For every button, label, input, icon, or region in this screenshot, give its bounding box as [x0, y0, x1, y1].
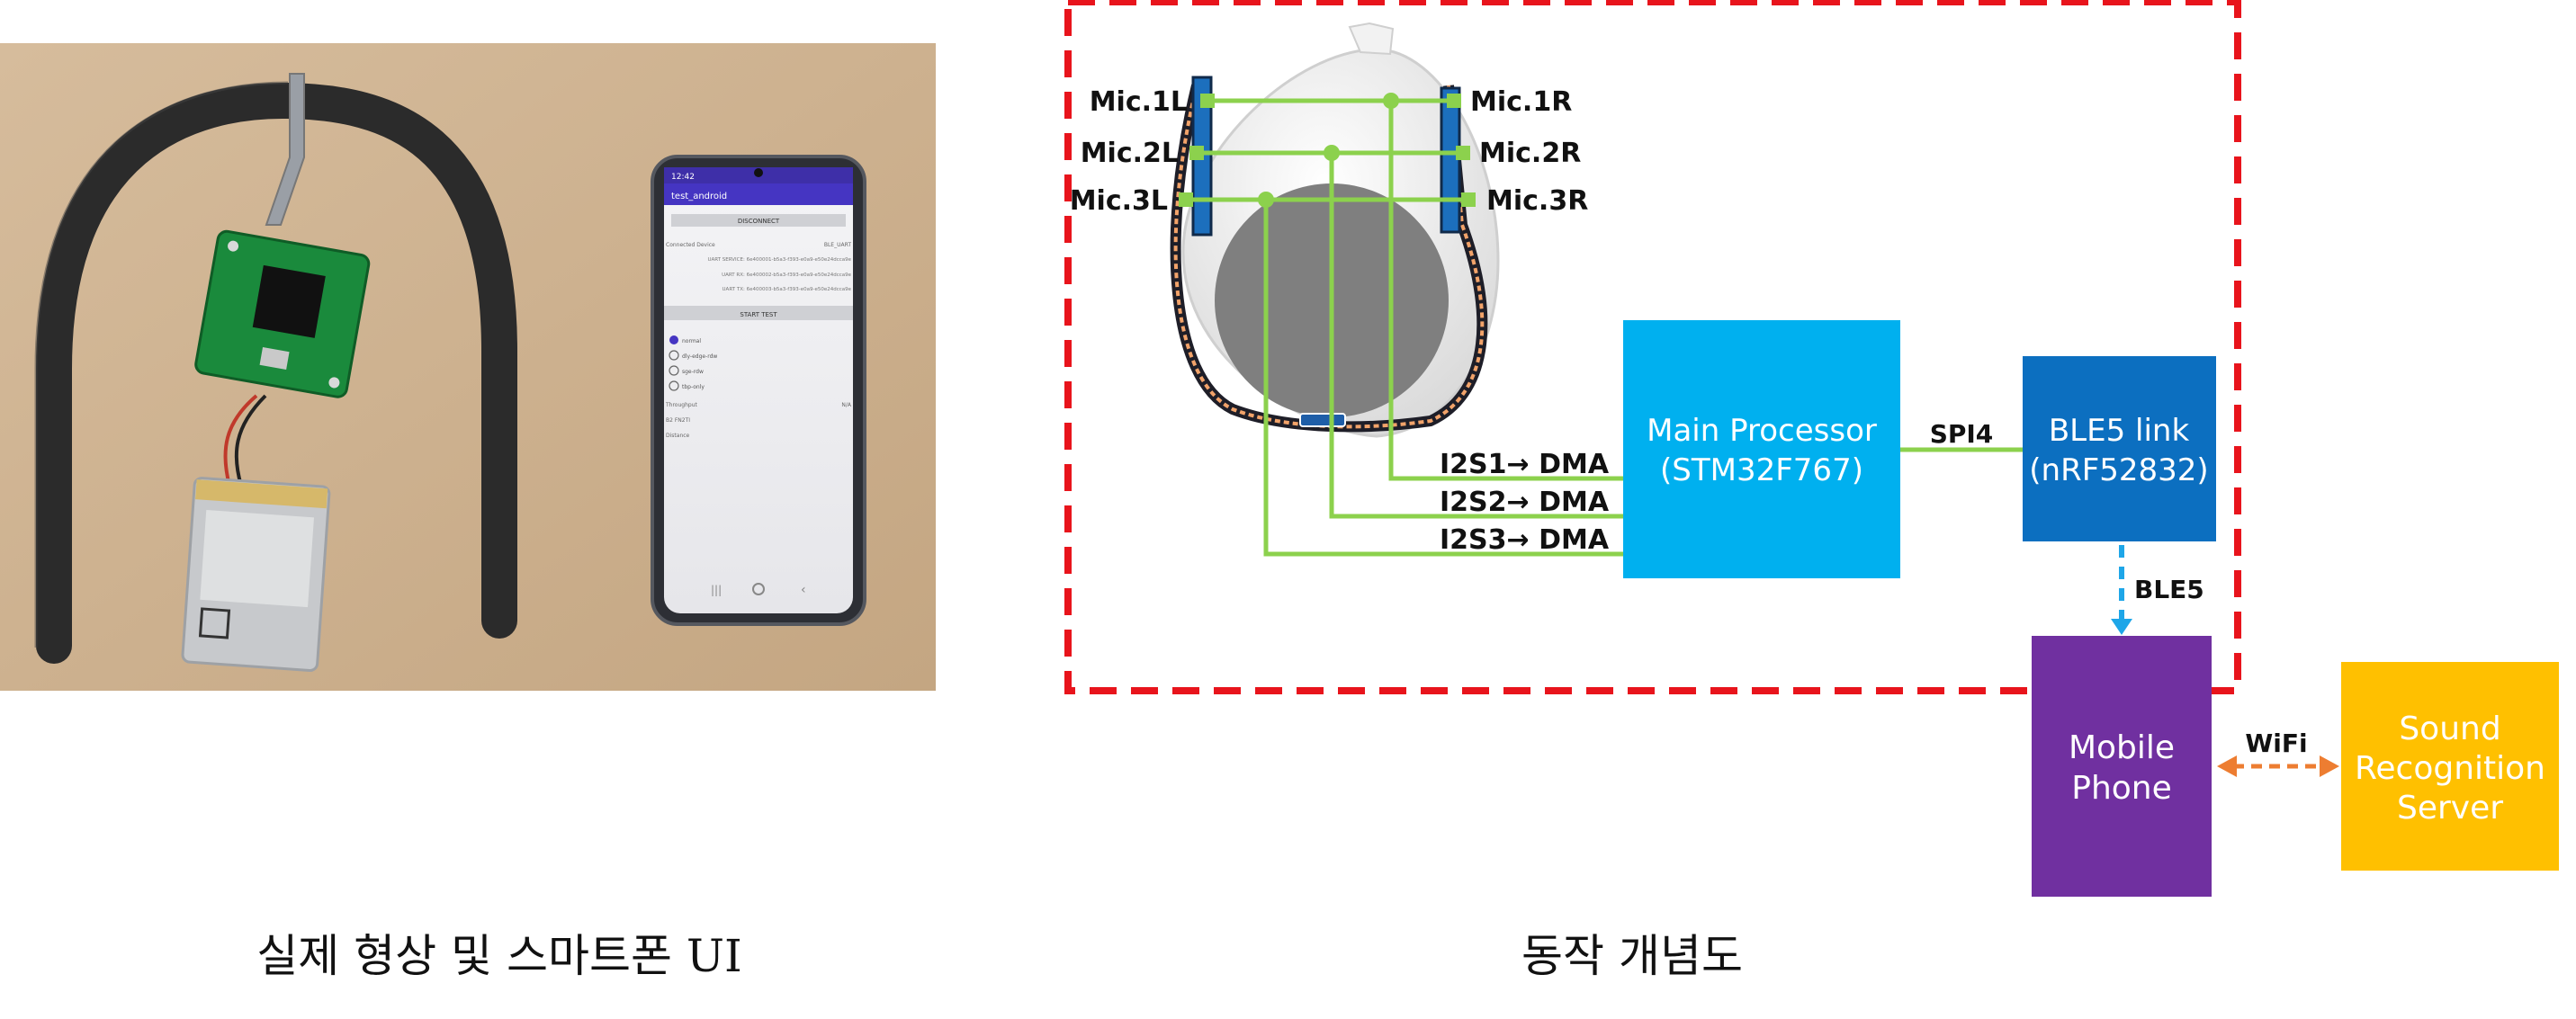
battery	[181, 477, 331, 672]
pcb-board	[194, 229, 371, 398]
caption-left: 실제 형상 및 스마트폰 UI	[256, 930, 741, 982]
mic-label-2l: Mic.2L	[1081, 138, 1179, 169]
mic-label-3r: Mic.3R	[1486, 185, 1588, 217]
smartphone: 12:42 test_android DISCONNECT Connected …	[651, 155, 866, 626]
ble5-label: BLE5	[2134, 575, 2204, 604]
main-processor-chip: (STM32F767)	[1660, 452, 1863, 488]
menu-icon[interactable]: |||	[711, 584, 722, 596]
phone-status-time: 12:42	[671, 173, 695, 182]
mic-label-1r: Mic.1R	[1470, 86, 1572, 118]
mic-label-2r: Mic.2R	[1479, 138, 1581, 169]
mic-label-1l: Mic.1L	[1090, 86, 1188, 118]
server-block: Sound Recognition Server	[2341, 662, 2559, 871]
ble5-arrowhead	[2111, 619, 2132, 635]
i2s2-label: I2S2→ DMA	[1440, 487, 1610, 518]
throughput-label: Throughput	[665, 402, 697, 408]
head-illustration	[1170, 22, 1500, 438]
ble-link-chip: (nRF52832)	[2029, 452, 2208, 488]
server-line3: Server	[2397, 790, 2503, 827]
device-photo: 12:42 test_android DISCONNECT Connected …	[0, 43, 936, 691]
spi-label: SPI4	[1930, 419, 1994, 449]
mobile-phone-block: Mobile Phone	[2032, 636, 2212, 897]
main-processor-block: Main Processor (STM32F767)	[1623, 320, 1900, 578]
radio-option-label: dly-edge-rdw	[682, 353, 717, 360]
phone-screen	[664, 167, 853, 613]
mobile-phone-line1: Mobile	[2069, 729, 2175, 766]
camera-notch	[754, 168, 763, 177]
back-icon[interactable]: ‹	[801, 583, 806, 597]
caption-right: 동작 개념도	[1521, 930, 1743, 982]
distance-label: Distance	[666, 433, 690, 439]
server-line2: Recognition	[2355, 750, 2545, 787]
radio-option-label: tbp-only	[682, 384, 705, 390]
radio-option-0[interactable]	[669, 335, 678, 344]
uart-service: UART SERVICE: 6e400001-b5a3-f393-e0a9-e5…	[707, 257, 851, 263]
disconnect-button-label: DISCONNECT	[738, 218, 780, 225]
server-line1: Sound	[2399, 711, 2500, 747]
i2s3-label: I2S3→ DMA	[1440, 524, 1610, 556]
wifi-arrowhead-right	[2320, 755, 2339, 777]
main-processor-name: Main Processor	[1647, 413, 1877, 449]
concept-diagram: Mic.1L Mic.2L Mic.3L Mic.1R Mic.2R Mic.3…	[1064, 0, 2559, 897]
start-test-button-label: START TEST	[740, 311, 777, 318]
center-module	[1299, 413, 1346, 427]
figure-canvas: 12:42 test_android DISCONNECT Connected …	[0, 0, 2559, 982]
throughput-value: N/A	[841, 402, 852, 408]
b2-label: B2 FN2TI	[666, 417, 690, 424]
mic-label-3l: Mic.3L	[1070, 185, 1168, 217]
connected-device-label: Connected Device	[666, 242, 715, 248]
app-title: test_android	[671, 192, 727, 201]
uart-rx: UART RX: 6e400002-b5a3-f393-e0a9-e50e24d…	[722, 273, 852, 278]
connected-device-value: BLE_UART	[824, 242, 851, 248]
ble-link-name: BLE5 link	[2049, 413, 2190, 449]
wifi-label: WiFi	[2245, 728, 2307, 758]
uart-tx: UART TX: 6e400003-b5a3-f393-e0a9-e50e24d…	[723, 287, 852, 292]
ble-link-block: BLE5 link (nRF52832)	[2023, 356, 2216, 541]
i2s1-label: I2S1→ DMA	[1440, 449, 1610, 480]
nose	[1348, 22, 1395, 56]
mobile-phone-line2: Phone	[2071, 770, 2172, 807]
radio-option-label: sge-rdw	[682, 369, 704, 375]
radio-option-label: normal	[682, 338, 701, 344]
wifi-arrowhead-left	[2217, 755, 2237, 777]
